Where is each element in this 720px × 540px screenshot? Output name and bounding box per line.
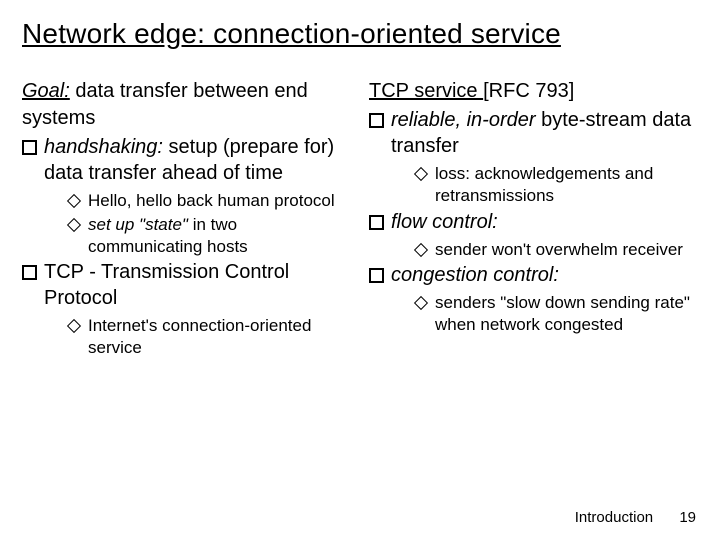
congestion-sub: senders "slow down sending rate" when ne… [391, 292, 698, 336]
reliable-term: reliable, in-order [391, 109, 536, 131]
bullet-reliable: reliable, in-order byte-stream data tran… [369, 107, 698, 207]
tcp-rfc: [RFC 793] [483, 80, 574, 102]
goal-label: Goal: [22, 80, 70, 102]
goal-line: Goal: data transfer between end systems [22, 78, 351, 132]
flow-term: flow control: [391, 211, 498, 233]
right-bullets: reliable, in-order byte-stream data tran… [369, 107, 698, 336]
left-column: Goal: data transfer between end systems … [22, 78, 351, 359]
handshaking-sub: Hello, hello back human protocol set up … [44, 190, 351, 257]
tcp-sub: Internet's connection-oriented service [44, 315, 351, 359]
sub-internet-service: Internet's connection-oriented service [66, 315, 351, 359]
slide-title: Network edge: connection-oriented servic… [22, 18, 698, 50]
tcp-text: TCP - Transmission Control Protocol [44, 261, 289, 309]
bullet-congestion: congestion control: senders "slow down s… [369, 262, 698, 336]
sub-state: set up "state" in two communicating host… [66, 214, 351, 258]
bullet-flow: flow control: sender won't overwhelm rec… [369, 209, 698, 261]
reliable-sub: loss: acknowledgements and retransmissio… [391, 163, 698, 207]
bullet-handshaking: handshaking: setup (prepare for) data tr… [22, 134, 351, 257]
bullet-tcp: TCP - Transmission Control Protocol Inte… [22, 259, 351, 359]
left-bullets: handshaking: setup (prepare for) data tr… [22, 134, 351, 359]
handshaking-term: handshaking: [44, 136, 163, 158]
right-column: TCP service [RFC 793] reliable, in-order… [369, 78, 698, 359]
state-term: set up "state" [88, 215, 188, 234]
sub-hello: Hello, hello back human protocol [66, 190, 351, 212]
tcp-service-heading: TCP service [RFC 793] [369, 78, 698, 105]
content-columns: Goal: data transfer between end systems … [22, 78, 698, 359]
flow-sub: sender won't overwhelm receiver [391, 239, 698, 261]
sub-loss: loss: acknowledgements and retransmissio… [413, 163, 698, 207]
sub-slow-down: senders "slow down sending rate" when ne… [413, 292, 698, 336]
footer-label: Introduction [575, 509, 653, 526]
sub-sender-overwhelm: sender won't overwhelm receiver [413, 239, 698, 261]
page-number: 19 [679, 509, 696, 526]
slide-footer: Introduction 19 [575, 509, 696, 526]
tcp-service-label: TCP service [369, 80, 483, 102]
congestion-term: congestion control: [391, 264, 559, 286]
